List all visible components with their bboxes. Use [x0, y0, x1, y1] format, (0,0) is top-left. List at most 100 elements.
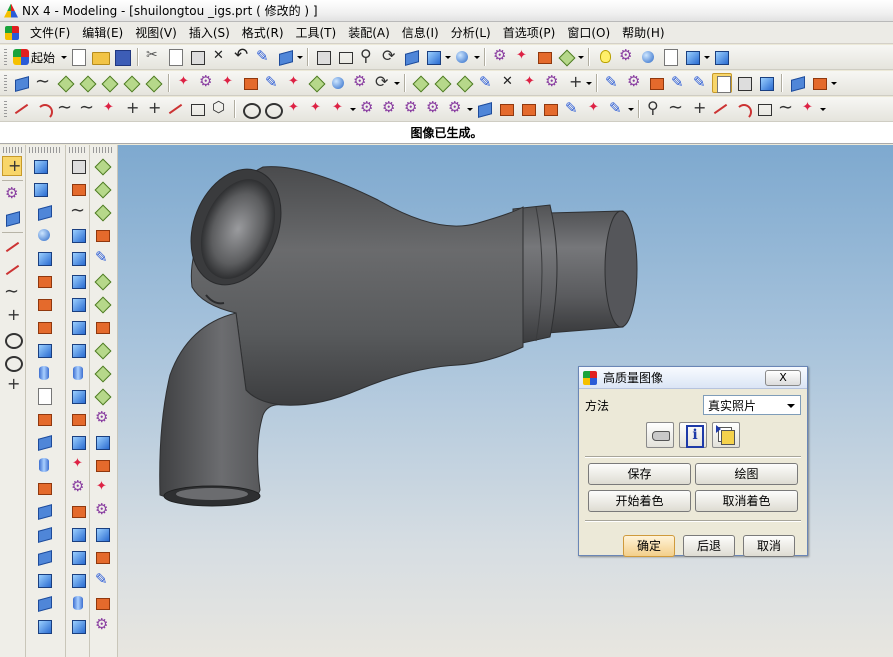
snap-point-icon[interactable] — [2, 184, 22, 205]
unite-icon[interactable] — [68, 156, 88, 176]
draft-icon[interactable] — [68, 294, 88, 314]
trim-sheet-icon[interactable] — [542, 72, 562, 93]
analysis-icon[interactable] — [490, 46, 510, 67]
back-button[interactable]: 后退 — [683, 535, 735, 557]
surface-8-icon[interactable] — [92, 317, 112, 337]
zoom-window-icon[interactable] — [335, 47, 355, 67]
divide-curve-icon[interactable] — [688, 98, 708, 119]
delete-icon[interactable] — [209, 47, 229, 67]
wrap-curve-icon[interactable] — [423, 98, 443, 119]
render-dropdown-arrow[interactable] — [473, 47, 481, 67]
sketch-intersection-icon[interactable] — [2, 305, 22, 326]
sphere-feature-icon[interactable] — [34, 225, 54, 245]
method-select[interactable]: 真实照片 — [703, 395, 801, 415]
rotate-icon[interactable] — [379, 46, 399, 67]
surface-6-icon[interactable] — [92, 271, 112, 291]
text-curve-icon[interactable] — [284, 99, 304, 119]
sketch-profile-icon[interactable] — [2, 260, 22, 280]
display-icon[interactable] — [512, 47, 532, 67]
through-curves-icon[interactable] — [218, 73, 238, 93]
sketch-circle-icon[interactable] — [2, 329, 23, 349]
reflection-icon[interactable] — [809, 73, 829, 93]
material-icon[interactable] — [638, 47, 658, 67]
edit-curve-icon[interactable] — [644, 98, 664, 119]
surface-5-icon[interactable] — [92, 248, 112, 268]
change-edge-icon[interactable] — [454, 73, 474, 93]
lighting-icon[interactable] — [690, 73, 710, 93]
divide-face-icon[interactable] — [564, 72, 584, 93]
project-curve-icon[interactable] — [357, 98, 377, 119]
sew-body-icon[interactable] — [68, 386, 88, 406]
thread-feature-icon[interactable] — [34, 432, 54, 452]
quick-pick-icon[interactable] — [2, 208, 22, 228]
extrude-icon[interactable] — [11, 73, 31, 93]
groove-feature-icon[interactable] — [34, 409, 54, 429]
sketch-line-icon[interactable] — [2, 237, 22, 257]
isoparametric-curve-icon[interactable] — [518, 99, 538, 119]
trim-feature-icon[interactable] — [34, 547, 54, 567]
wcs-dropdown-arrow[interactable] — [577, 47, 585, 67]
simplify-curve-icon[interactable] — [606, 99, 626, 119]
copy-icon[interactable] — [165, 47, 185, 67]
wrap-feature-icon[interactable] — [34, 616, 54, 636]
texture-icon[interactable] — [660, 47, 680, 67]
trim-body-icon[interactable] — [143, 73, 163, 93]
surface-17-icon[interactable] — [92, 524, 112, 544]
shaping-dropdown-arrow[interactable] — [393, 73, 400, 93]
studio-icon[interactable] — [756, 73, 776, 93]
split-feature-icon[interactable] — [34, 570, 54, 590]
surface-12-icon[interactable] — [92, 408, 112, 429]
toolbar-more-icon[interactable] — [711, 47, 731, 67]
cancel-shading-button[interactable]: 取消着色 — [695, 490, 798, 512]
ok-button[interactable]: 确定 — [623, 535, 675, 557]
line-icon[interactable] — [11, 99, 31, 119]
patch-body-icon[interactable] — [68, 409, 88, 429]
offset-face-icon[interactable] — [99, 73, 119, 93]
promote-body-icon[interactable] — [68, 432, 88, 452]
menu-format[interactable]: 格式(R) — [236, 22, 290, 44]
cancel-button[interactable]: 取消 — [743, 535, 795, 557]
pocket-feature-icon[interactable] — [34, 317, 54, 337]
hole-feature-icon[interactable] — [34, 271, 54, 291]
bridge-blend-icon[interactable] — [68, 501, 88, 521]
surface-3-icon[interactable] — [92, 202, 112, 222]
surface-11-icon[interactable] — [92, 386, 112, 406]
filter-dropdown-arrow[interactable] — [296, 47, 304, 67]
tube-feature-icon[interactable] — [34, 455, 54, 475]
bridge-surface-icon[interactable] — [174, 73, 194, 93]
conic-icon[interactable] — [262, 99, 283, 119]
undo-icon[interactable] — [231, 45, 251, 67]
section-curve-icon[interactable] — [474, 99, 494, 119]
swept-surface-icon[interactable] — [240, 73, 260, 93]
slot-feature-icon[interactable] — [34, 386, 54, 406]
menu-help[interactable]: 帮助(H) — [616, 22, 670, 44]
start-button[interactable]: 起始 — [10, 47, 58, 67]
block-feature-icon[interactable] — [34, 248, 54, 268]
surface-9-icon[interactable] — [92, 340, 112, 360]
curve-length-icon[interactable] — [710, 99, 730, 119]
law-extension-icon[interactable] — [284, 73, 304, 93]
revolve-feature-icon[interactable] — [34, 202, 54, 222]
render-preview-icon[interactable] — [734, 73, 754, 93]
extract-curve-icon[interactable] — [496, 99, 516, 119]
curve-parameter-icon[interactable] — [798, 99, 818, 119]
surface-4-icon[interactable] — [92, 225, 112, 245]
sketch-curve-icon[interactable] — [2, 281, 22, 303]
cut-icon[interactable] — [143, 47, 163, 67]
sketch-point-icon[interactable] — [2, 374, 22, 395]
menu-edit[interactable]: 编辑(E) — [76, 22, 129, 44]
menu-window[interactable]: 窗口(O) — [561, 22, 616, 44]
offset-surface-icon[interactable] — [306, 73, 326, 93]
new-file-icon[interactable] — [68, 47, 88, 67]
edit-dropdown-arrow[interactable] — [585, 73, 592, 93]
pan-icon[interactable] — [401, 47, 421, 67]
sketch-ellipse-icon[interactable] — [2, 352, 23, 372]
helix-icon[interactable] — [55, 97, 75, 119]
start-shading-button[interactable]: 开始着色 — [588, 490, 691, 512]
palette-grip[interactable] — [93, 147, 114, 153]
n-sided-surface-icon[interactable] — [262, 73, 282, 93]
datum-plane-icon[interactable] — [55, 73, 75, 93]
surface-13-icon[interactable] — [92, 432, 112, 452]
edge-blend-icon[interactable] — [68, 225, 88, 245]
thicken-icon[interactable] — [121, 73, 141, 93]
